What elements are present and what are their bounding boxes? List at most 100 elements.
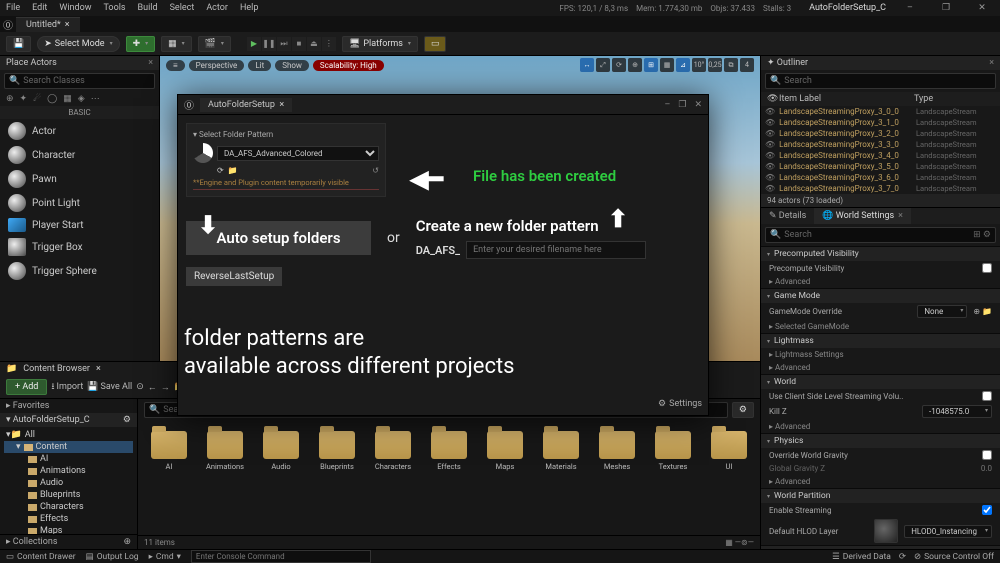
selected-gm-label[interactable]: Selected GameMode — [775, 322, 849, 331]
menu-tools[interactable]: Tools — [104, 3, 126, 13]
gear-icon[interactable]: ⚙ — [123, 415, 131, 425]
search-classes-input[interactable]: 🔍 Search Classes — [4, 73, 155, 89]
eye-icon[interactable]: 👁 — [765, 140, 775, 149]
lm-settings-label[interactable]: Lightmass Settings — [775, 350, 844, 359]
add-button[interactable]: + Add — [6, 379, 47, 395]
close-icon[interactable]: × — [989, 58, 994, 68]
eye-icon[interactable]: 👁 — [765, 162, 775, 171]
eye-icon[interactable]: 👁 — [765, 107, 775, 116]
tree-item[interactable]: Audio — [4, 477, 133, 489]
transform-rotate-icon[interactable]: ⟳ — [612, 58, 626, 72]
grid-size-icon[interactable]: ▦ — [660, 58, 674, 72]
add-icon[interactable]: ⊕ — [123, 537, 131, 547]
cat-icon[interactable]: ◈ — [78, 94, 85, 104]
tree-content[interactable]: ▾ Content — [4, 441, 133, 453]
snap-grid-icon[interactable]: ⊞ — [644, 58, 658, 72]
folder-item[interactable]: UI — [706, 431, 752, 471]
client-stream-checkbox[interactable] — [982, 391, 992, 401]
content-browser-tab[interactable]: Content Browser — [23, 364, 90, 374]
tree-item[interactable]: Characters — [4, 501, 133, 513]
filter-icon[interactable]: ⊞ ⚙ — [973, 230, 991, 240]
derived-data-button[interactable]: ☰ Derived Data — [832, 552, 891, 562]
outliner-row[interactable]: 👁LandscapeStreamingProxy_3_3_0LandscapeS… — [761, 139, 1000, 150]
lit-button[interactable]: Lit — [248, 60, 271, 71]
cat-icon[interactable]: ✦ — [20, 94, 28, 104]
gm-dropdown[interactable]: None — [917, 305, 967, 318]
sequencer-button[interactable]: 🎬 — [198, 36, 231, 52]
overlay-title-tab[interactable]: AutoFolderSetup × — [200, 98, 292, 112]
favorites-header[interactable]: ▸ Favorites — [0, 399, 137, 413]
history-fwd-button[interactable]: ← — [148, 382, 157, 393]
import-button[interactable]: ⭳Import — [51, 379, 83, 395]
tree-item[interactable]: Animations — [4, 465, 133, 477]
menu-select[interactable]: Select — [170, 3, 195, 13]
perspective-button[interactable]: Perspective — [189, 60, 245, 71]
eye-icon[interactable]: 👁 — [765, 173, 775, 182]
window-close-button[interactable]: ✕ — [970, 3, 994, 13]
actor-item-character[interactable]: Character — [0, 143, 159, 167]
killz-input[interactable]: -1048575.0 — [922, 405, 992, 418]
cat-icon[interactable]: ◯ — [47, 94, 57, 104]
coord-system-icon[interactable]: ⊕ — [628, 58, 642, 72]
folder-item[interactable]: Animations — [202, 431, 248, 471]
menu-help[interactable]: Help — [240, 3, 258, 13]
folder-item[interactable]: AI — [146, 431, 192, 471]
snap-scale-value[interactable]: 0,25 — [708, 58, 722, 72]
save-all-button[interactable]: 💾Save All — [87, 382, 132, 392]
history-back-button[interactable]: ⊙ — [136, 382, 144, 392]
activity-icon[interactable]: ⟳ — [899, 552, 906, 562]
filter-button[interactable]: ⚙ — [732, 402, 754, 418]
content-drawer-button[interactable]: ▭ Content Drawer — [6, 552, 76, 562]
view-options-icon[interactable]: ▦ —⊚— — [725, 538, 754, 547]
hlod-thumb[interactable] — [874, 519, 898, 543]
skip-button[interactable]: ⏭ — [277, 37, 291, 51]
overlay-settings-button[interactable]: ⚙Settings — [658, 399, 702, 409]
pause-button[interactable]: ❚❚ — [262, 37, 276, 51]
camera-speed-icon[interactable]: ⧉ — [724, 58, 738, 72]
output-log-button[interactable]: ▤ Output Log — [86, 552, 139, 562]
source-control-button[interactable]: ⊘ Source Control Off — [914, 552, 994, 562]
reset-icon[interactable]: ↺ — [372, 166, 379, 175]
outliner-row[interactable]: 👁LandscapeStreamingProxy_3_6_0LandscapeS… — [761, 172, 1000, 183]
section-game-mode[interactable]: Game Mode — [761, 289, 1000, 303]
cat-icon[interactable]: ⋯ — [91, 94, 100, 104]
label-column[interactable]: Item Label — [779, 94, 914, 104]
tree-item[interactable]: Maps — [4, 525, 133, 534]
eye-icon[interactable]: 👁 — [765, 184, 775, 193]
folder-item[interactable]: Effects — [426, 431, 472, 471]
outliner-row[interactable]: 👁LandscapeStreamingProxy_3_2_0LandscapeS… — [761, 128, 1000, 139]
window-min-button[interactable]: – — [664, 100, 670, 110]
folder-item[interactable]: Audio — [258, 431, 304, 471]
tree-item[interactable]: AI — [4, 453, 133, 465]
folder-item[interactable]: Materials — [538, 431, 584, 471]
close-icon[interactable]: × — [898, 211, 903, 221]
window-close-button[interactable]: ✕ — [694, 100, 702, 110]
ov-gravity-checkbox[interactable] — [982, 450, 992, 460]
history-next[interactable]: → — [161, 382, 170, 393]
advanced-label[interactable]: Advanced — [775, 477, 810, 486]
transform-scale-icon[interactable]: ⤢ — [596, 58, 610, 72]
actor-item-player-start[interactable]: Player Start — [0, 215, 159, 235]
section-lightmass[interactable]: Lightmass — [761, 334, 1000, 348]
eye-icon[interactable]: 👁 — [765, 129, 775, 138]
cat-icon[interactable]: ▦ — [63, 94, 72, 104]
tree-item[interactable]: Effects — [4, 513, 133, 525]
advanced-label[interactable]: Advanced — [775, 277, 810, 286]
hlod-dropdown[interactable]: HLOD0_Instancing — [904, 525, 992, 538]
close-icon[interactable]: × — [148, 58, 153, 68]
eject-button[interactable]: ⏏ — [307, 37, 321, 51]
select-pattern-header[interactable]: ▾ Select Folder Pattern — [193, 130, 379, 139]
close-icon[interactable]: × — [96, 364, 101, 374]
launch-button[interactable]: ▭ — [424, 36, 447, 52]
browse-icon[interactable]: ⊕ 📁 — [973, 307, 992, 316]
outliner-row[interactable]: 👁LandscapeStreamingProxy_3_7_0LandscapeS… — [761, 183, 1000, 194]
angle-value[interactable]: 10° — [692, 58, 706, 72]
camera-speed-value[interactable]: 4 — [740, 58, 754, 72]
menu-actor[interactable]: Actor — [206, 3, 228, 13]
tree-all[interactable]: ▾📁 All — [4, 429, 133, 441]
streaming-checkbox[interactable] — [982, 505, 992, 515]
platforms-button[interactable]: 🖥 Platforms — [342, 36, 418, 52]
folder-item[interactable]: Meshes — [594, 431, 640, 471]
precompute-vis-checkbox[interactable] — [982, 263, 992, 273]
type-column[interactable]: Type — [914, 94, 994, 104]
